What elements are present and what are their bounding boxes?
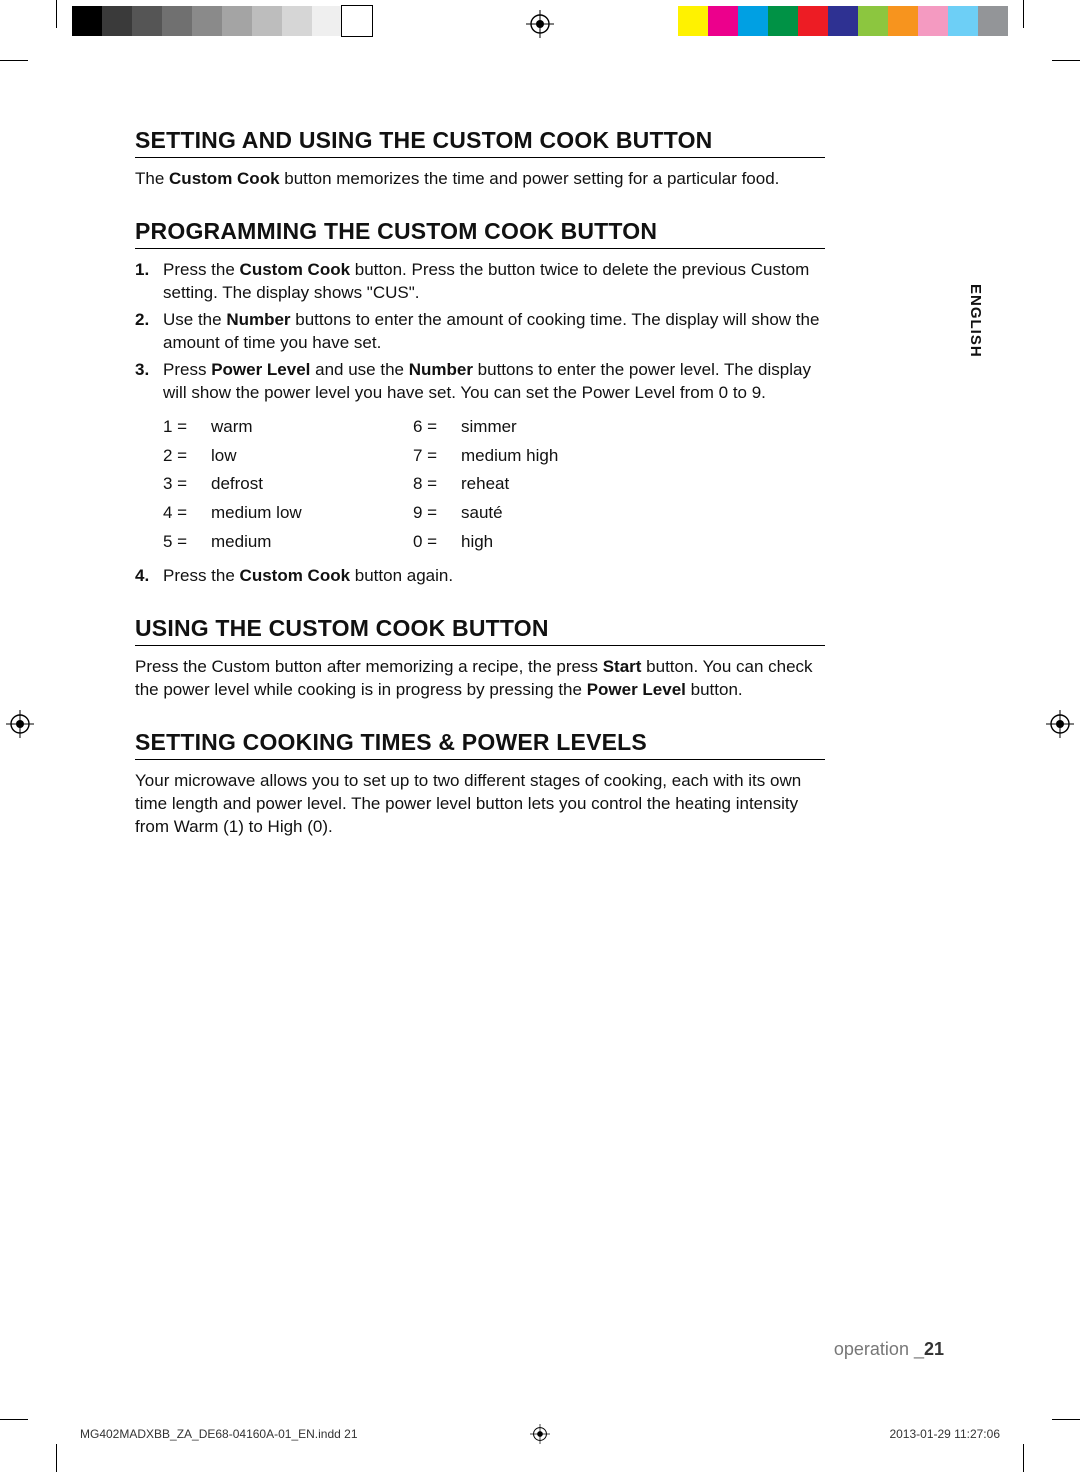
- step-1: 1. Press the Custom Cook button. Press t…: [135, 259, 825, 305]
- registration-mark-icon: [526, 10, 554, 38]
- registration-mark-icon: [6, 710, 34, 738]
- imposition-filename: MG402MADXBB_ZA_DE68-04160A-01_EN.indd 21: [80, 1427, 358, 1441]
- step-4: 4. Press the Custom Cook button again.: [135, 565, 825, 588]
- using-paragraph: Press the Custom button after memorizing…: [135, 656, 825, 702]
- heading-cooking-times: SETTING COOKING TIMES & POWER LEVELS: [135, 728, 825, 760]
- imposition-timestamp: 2013-01-29 11:27:06: [889, 1427, 1000, 1441]
- step-2: 2. Use the Number buttons to enter the a…: [135, 309, 825, 355]
- printer-color-bar: [72, 6, 1008, 36]
- language-tab: ENGLISH: [967, 284, 984, 358]
- step-3: 3. Press Power Level and use the Number …: [135, 359, 825, 405]
- intro-paragraph: The Custom Cook button memorizes the tim…: [135, 168, 825, 191]
- programming-steps: 1. Press the Custom Cook button. Press t…: [135, 259, 825, 405]
- cooking-times-paragraph: Your microwave allows you to set up to t…: [135, 770, 825, 839]
- programming-steps-cont: 4. Press the Custom Cook button again.: [135, 565, 825, 588]
- registration-mark-icon: [530, 1424, 550, 1444]
- heading-setting-custom-cook: SETTING AND USING THE CUSTOM COOK BUTTON: [135, 126, 825, 158]
- registration-mark-icon: [1046, 710, 1074, 738]
- power-level-table: 1 =warm6 =simmer 2 =low7 =medium high 3 …: [163, 413, 825, 557]
- page-footer: operation _21: [834, 1339, 944, 1360]
- heading-programming: PROGRAMMING THE CUSTOM COOK BUTTON: [135, 217, 825, 249]
- page-content: SETTING AND USING THE CUSTOM COOK BUTTON…: [135, 126, 825, 865]
- imposition-slug: MG402MADXBB_ZA_DE68-04160A-01_EN.indd 21…: [80, 1424, 1000, 1444]
- heading-using-custom-cook: USING THE CUSTOM COOK BUTTON: [135, 614, 825, 646]
